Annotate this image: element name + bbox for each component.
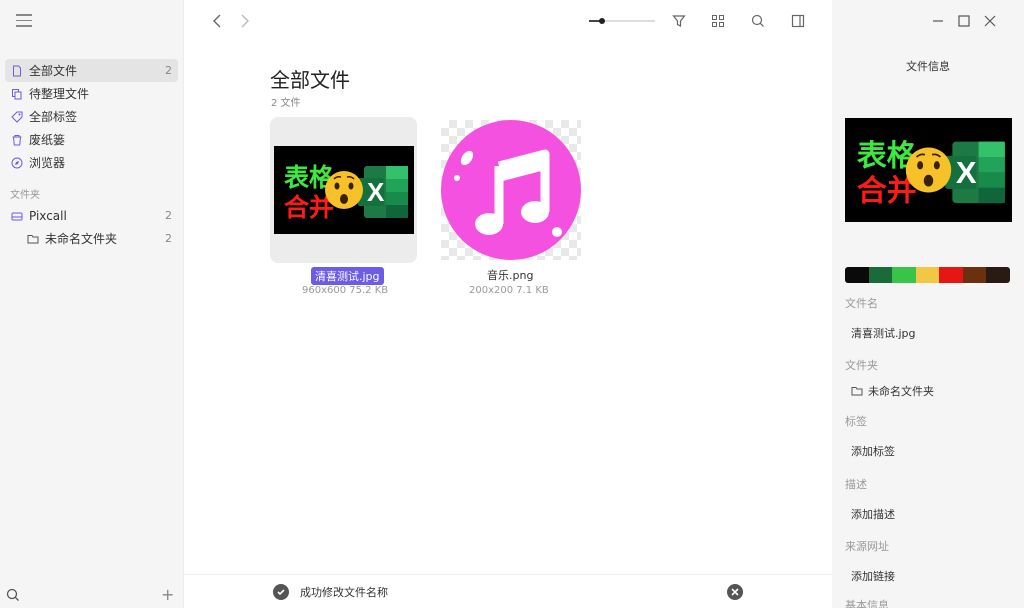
add-tag-field[interactable]: 添加标签 xyxy=(851,443,895,459)
maximize-icon[interactable] xyxy=(956,13,972,29)
file-meta: 200x200 7.1 KB xyxy=(469,285,549,296)
add-description-field[interactable]: 添加描述 xyxy=(851,506,895,522)
compass-icon xyxy=(11,157,23,169)
back-button[interactable] xyxy=(208,12,226,30)
file-count: 2 文件 xyxy=(271,98,301,109)
folder-count: 2 xyxy=(165,232,172,245)
panel-title: 文件信息 xyxy=(906,60,950,73)
main-area: 全部文件 2 文件 X 表格 合并 清喜测试.jpg 960x600 75.2 … xyxy=(184,0,832,608)
file-icon xyxy=(11,65,23,77)
folder-label: 未命名文件夹 xyxy=(45,232,118,246)
sidebar-item-count: 2 xyxy=(165,64,172,77)
filename-field[interactable]: 清喜测试.jpg xyxy=(851,325,916,341)
sidebar-item-label: 全部标签 xyxy=(29,110,78,124)
file-name-label[interactable]: 清喜测试.jpg xyxy=(311,267,384,285)
palette-swatch[interactable] xyxy=(892,267,916,283)
sidebar-item-tags[interactable]: 全部标签 xyxy=(5,105,178,128)
file-meta: 960x600 75.2 KB xyxy=(302,285,389,296)
file-name-label[interactable]: 音乐.png xyxy=(487,267,533,283)
folder-field[interactable]: 未命名文件夹 xyxy=(851,383,934,399)
check-icon xyxy=(273,584,289,600)
palette-swatch[interactable] xyxy=(962,267,987,283)
excel-letter: X xyxy=(367,177,385,207)
close-icon[interactable] xyxy=(982,13,998,29)
field-label-description: 描述 xyxy=(845,478,867,491)
menu-icon[interactable] xyxy=(16,14,32,28)
folder-list: Pixcall 2 未命名文件夹 2 xyxy=(5,204,178,250)
folder-label: Pixcall xyxy=(29,208,67,223)
copy-icon xyxy=(11,88,23,100)
info-panel: 文件信息 X 表格 合并 文件名 清喜测试.jpg 文件夹 未命名文件夹 标签 … xyxy=(832,0,1024,608)
file-thumbnail: X 表格 合并 xyxy=(273,146,414,234)
folder-value: 未命名文件夹 xyxy=(868,385,934,398)
add-link-field[interactable]: 添加链接 xyxy=(851,568,895,584)
search-icon[interactable] xyxy=(6,588,20,602)
sidebar-item-label: 全部文件 xyxy=(29,64,78,78)
sidebar-item-all-files[interactable]: 全部文件 2 xyxy=(5,59,178,82)
file-card[interactable]: X 表格 合并 xyxy=(270,117,417,263)
status-toast: 成功修改文件名称 xyxy=(184,574,832,608)
palette-swatch[interactable] xyxy=(939,267,963,283)
minimize-icon[interactable] xyxy=(930,13,946,29)
sidebar-item-label: 废纸篓 xyxy=(29,133,66,147)
excel-letter: X xyxy=(956,155,977,190)
folder-item-pixcall[interactable]: Pixcall 2 xyxy=(5,204,178,227)
folder-icon xyxy=(851,385,863,397)
palette-swatch[interactable] xyxy=(986,267,1010,283)
field-label-folder: 文件夹 xyxy=(845,359,878,372)
file-card[interactable] xyxy=(437,117,584,263)
status-message: 成功修改文件名称 xyxy=(300,586,388,599)
sidebar-item-trash[interactable]: 废纸篓 xyxy=(5,128,178,151)
page-title: 全部文件 xyxy=(270,68,350,92)
search-icon[interactable] xyxy=(749,12,767,30)
close-toast-button[interactable] xyxy=(727,584,743,600)
folder-icon xyxy=(27,233,39,245)
trash-icon xyxy=(11,134,23,146)
palette-swatch[interactable] xyxy=(868,267,893,283)
sidebar-nav: 全部文件 2 待整理文件 全部标签 废纸篓 浏览器 xyxy=(5,59,178,174)
field-label-source-url: 来源网址 xyxy=(845,540,889,553)
sidebar-item-label: 浏览器 xyxy=(29,156,66,170)
tag-icon xyxy=(11,111,23,123)
sidebar: 全部文件 2 待整理文件 全部标签 废纸篓 浏览器 文件夹 Pixcall 2 xyxy=(0,0,184,608)
folder-item-unnamed[interactable]: 未命名文件夹 2 xyxy=(5,227,178,250)
palette-swatch[interactable] xyxy=(845,267,869,283)
add-folder-button[interactable]: + xyxy=(161,587,175,603)
sidebar-item-unsorted[interactable]: 待整理文件 xyxy=(5,82,178,105)
folder-count: 2 xyxy=(165,209,172,222)
forward-button[interactable] xyxy=(236,12,254,30)
toggle-panel-icon[interactable] xyxy=(789,12,807,30)
zoom-slider[interactable] xyxy=(589,18,655,24)
music-icon xyxy=(440,120,581,260)
field-label-basic-info: 基本信息 xyxy=(845,599,889,608)
file-preview: X 表格 合并 xyxy=(845,118,1012,222)
grid-view-icon[interactable] xyxy=(709,12,727,30)
filter-icon[interactable] xyxy=(670,12,688,30)
drive-icon xyxy=(11,210,23,222)
sidebar-item-browser[interactable]: 浏览器 xyxy=(5,151,178,174)
folders-section-label: 文件夹 xyxy=(10,190,40,201)
field-label-tags: 标签 xyxy=(845,415,867,428)
zoom-slider-knob[interactable] xyxy=(599,18,605,24)
file-thumbnail xyxy=(440,120,581,260)
sidebar-item-label: 待整理文件 xyxy=(29,87,90,101)
color-palette xyxy=(845,267,1010,283)
palette-swatch[interactable] xyxy=(915,267,940,283)
field-label-filename: 文件名 xyxy=(845,297,878,310)
